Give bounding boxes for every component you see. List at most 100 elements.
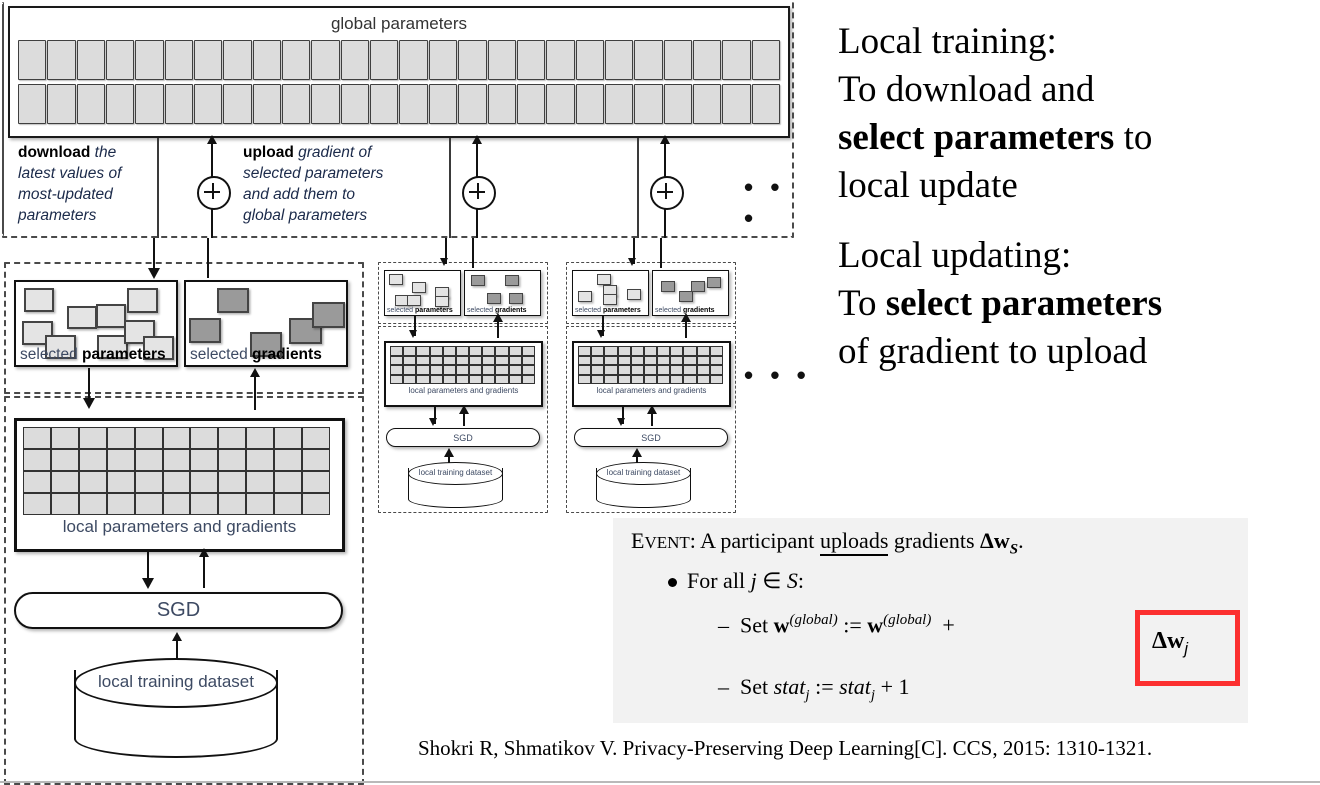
p3-sgd-node: SGD — [574, 428, 728, 447]
param-square — [67, 306, 97, 329]
p3-selected-parameters-box: selected parameters — [572, 270, 649, 316]
local-parameter-cell — [190, 449, 219, 471]
plain-text: local update — [838, 165, 1018, 206]
p2-local-parameters-grid-panel: local parameters and gradients — [384, 341, 543, 407]
local-parameter-cell — [442, 365, 456, 375]
param-square — [96, 304, 126, 328]
dataset-to-sgd-arrowhead — [172, 632, 182, 641]
local-parameter-cell — [521, 355, 535, 365]
p3-dataset-caption: local training dataset — [606, 467, 681, 477]
local-parameter-cell — [134, 471, 163, 493]
explanation-text-panel: Local training: To download and select par… — [838, 18, 1308, 398]
local-parameter-cell — [657, 365, 671, 375]
plain-text: of gradient to upload — [838, 331, 1148, 372]
local-parameter-cell — [495, 365, 509, 375]
local-parameter-cell — [162, 471, 191, 493]
param-square — [24, 288, 54, 312]
local-parameter-cell — [403, 374, 417, 384]
upload-line-3: and add them to — [243, 186, 356, 203]
local-parameter-cell — [508, 374, 522, 384]
plain-text: Local updating: — [838, 235, 1072, 276]
local-parameter-cell — [50, 471, 79, 493]
local-parameter-cell — [274, 493, 303, 515]
local-parameter-cell — [218, 427, 247, 449]
local-training-dataset: local training dataset — [74, 658, 278, 758]
p3-download-arrowhead — [628, 258, 636, 266]
local-parameter-cell — [403, 346, 417, 356]
sgd-to-grid-arrowhead — [199, 548, 209, 557]
plain-text: To — [838, 283, 886, 324]
local-parameter-cell — [302, 427, 330, 449]
download-explanation: download the latest values of most-updat… — [18, 142, 121, 226]
local-parameter-cell — [670, 365, 684, 375]
local-parameter-cell — [683, 346, 697, 356]
bullet-dot — [668, 578, 677, 588]
local-parameter-cell — [617, 346, 631, 356]
local-parameter-cell — [643, 374, 658, 384]
local-parameter-cell — [455, 365, 470, 375]
grid-to-grads-arrowhead — [250, 368, 260, 377]
p3-selected-gradients-box: selected gradients — [652, 270, 729, 316]
local-parameter-cell — [482, 365, 496, 375]
event-header-rest-1: : A participant — [689, 528, 820, 553]
params-to-grid-arrowhead — [83, 398, 95, 409]
local-parameter-cell — [657, 374, 671, 384]
delta-w-j-highlight: Δwj — [1152, 628, 1189, 658]
p2-grid-sgd-arrowhead — [429, 418, 437, 426]
local-parameter-cell — [657, 355, 671, 365]
local-parameter-cell — [521, 346, 535, 356]
local-parameter-cell — [469, 346, 483, 356]
local-parameters-grid — [23, 427, 330, 515]
local-parameter-cell — [78, 493, 107, 515]
local-parameter-cell — [429, 346, 443, 356]
plus-icon-3 — [650, 176, 684, 210]
local-parameter-cell — [696, 365, 710, 375]
p3-local-grid-caption: local parameters and gradients — [596, 386, 707, 395]
p2-dataset-arrowhead — [444, 448, 454, 457]
param-square — [603, 294, 617, 305]
local-parameter-cell — [657, 346, 671, 356]
p2-download-arrowhead — [440, 258, 448, 266]
local-parameter-cell — [429, 374, 443, 384]
local-parameter-cell — [455, 374, 470, 384]
local-parameter-cell — [442, 374, 456, 384]
upload-line-1: gradient of — [298, 144, 372, 161]
local-parameter-cell — [403, 365, 417, 375]
local-parameter-cell — [591, 365, 605, 375]
local-parameter-cell — [106, 449, 135, 471]
p2-selected-gradients-box: selected gradients — [464, 270, 541, 316]
download-line-1: the — [94, 144, 117, 161]
local-parameter-cell — [390, 374, 404, 384]
local-parameter-cell — [416, 365, 430, 375]
upload-line-2: selected parameters — [243, 165, 384, 182]
local-parameter-cell — [50, 493, 79, 515]
p3-local-parameters-grid — [578, 346, 723, 384]
local-parameter-cell — [469, 365, 483, 375]
gradient-square — [661, 281, 675, 292]
local-parameter-cell — [578, 346, 592, 356]
local-parameter-cell — [442, 355, 456, 365]
local-parameter-cell — [508, 355, 522, 365]
p2-selected-parameters-caption: selected parameters — [387, 307, 453, 314]
local-parameter-cell — [302, 471, 330, 493]
local-parameter-cell — [162, 493, 191, 515]
p3-dataset-arrowhead — [632, 448, 642, 457]
p3-local-parameters-grid-panel: local parameters and gradients — [572, 341, 731, 407]
gradient-square — [312, 302, 345, 328]
local-parameter-cell — [416, 355, 430, 365]
grid-to-grads-line — [254, 372, 256, 410]
transfer-band: download the latest values of most-updat… — [4, 135, 794, 238]
event-header-rest-2: gradients — [888, 528, 981, 553]
local-parameter-cell — [246, 427, 275, 449]
gradient-square — [189, 318, 221, 343]
local-parameter-cell — [604, 374, 618, 384]
local-parameter-cell — [106, 427, 135, 449]
local-parameter-cell — [416, 374, 430, 384]
selected-gradients-box: selected gradients — [184, 280, 348, 367]
param-square — [412, 282, 426, 293]
grid-to-sgd-arrowhead — [142, 578, 154, 589]
local-parameter-cell — [604, 346, 618, 356]
param-square — [578, 291, 592, 302]
local-parameter-cell — [469, 374, 483, 384]
upload-bold-label: upload — [243, 144, 294, 161]
